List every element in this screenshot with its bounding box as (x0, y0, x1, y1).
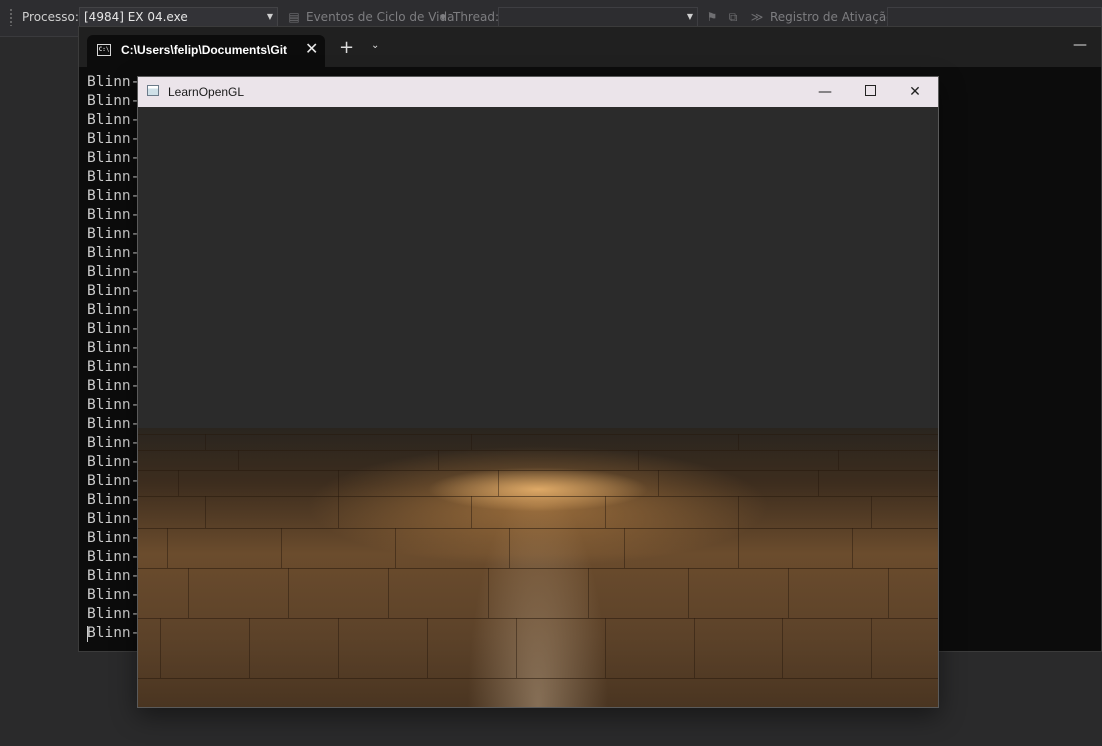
plank-seam (605, 496, 606, 528)
plank-seam (838, 450, 839, 470)
plank-seam (782, 618, 783, 678)
plank-seam (395, 528, 396, 568)
plank-seam (238, 450, 239, 470)
gl-window-title: LearnOpenGL (168, 85, 245, 99)
plank-seam (788, 568, 789, 618)
plank-seam (852, 528, 853, 568)
plank-seam (694, 618, 695, 678)
terminal-tab-title: C:\Users\felip\Documents\Git (121, 43, 288, 57)
process-dropdown[interactable]: [4984] EX 04.exe ▼ (79, 7, 278, 27)
minimize-icon: — (818, 84, 832, 100)
plank-edge (138, 528, 938, 529)
plank-seam (624, 528, 625, 568)
process-label: Processo: (22, 10, 79, 24)
plank-seam (281, 528, 282, 568)
plank-seam (160, 618, 161, 678)
thread-dropdown[interactable]: ▼ (498, 7, 698, 27)
minimize-button[interactable]: — (802, 77, 848, 107)
minimize-icon[interactable]: — (1073, 37, 1087, 53)
thread-label: Thread: (453, 10, 500, 24)
render-viewport[interactable] (138, 107, 938, 707)
plank-seam (388, 568, 389, 618)
plank-seam (488, 568, 489, 618)
terminal-tab[interactable]: C:\ C:\Users\felip\Documents\Git ✕ (87, 35, 325, 67)
wooden-floor (138, 428, 938, 707)
plank-seam (498, 470, 499, 496)
plank-seam (871, 496, 872, 528)
plank-seam (471, 434, 472, 450)
plank-seam (338, 470, 339, 496)
plank-edge (138, 678, 938, 679)
plank-seam (288, 568, 289, 618)
plank-seam (167, 528, 168, 568)
gl-titlebar[interactable]: LearnOpenGL — ✕ (138, 77, 938, 107)
toolbar-grip[interactable] (9, 8, 13, 26)
chevron-down-icon: ▼ (266, 12, 273, 21)
console-icon: C:\ (97, 44, 111, 56)
terminal-titlebar[interactable]: C:\ C:\Users\felip\Documents\Git ✕ + ⌄ — (79, 27, 1101, 67)
plank-seam (178, 470, 179, 496)
plank-edge (138, 434, 938, 435)
plank-seam (471, 496, 472, 528)
plank-seam (738, 528, 739, 568)
plus-icon[interactable]: + (339, 37, 354, 58)
plank-seam (205, 496, 206, 528)
flag-icon[interactable]: ⚑ (705, 10, 719, 24)
plank-edge (138, 618, 938, 619)
plank-seam (738, 496, 739, 528)
maximize-button[interactable] (847, 77, 893, 107)
plank-seam (249, 618, 250, 678)
plank-edge (138, 496, 938, 497)
chevron-down-icon[interactable]: ⌄ (371, 40, 379, 51)
plank-seam (871, 618, 872, 678)
plank-edge (138, 568, 938, 569)
app-icon (147, 85, 159, 96)
plank-seam (438, 450, 439, 470)
plank-seam (588, 568, 589, 618)
plank-seam (688, 568, 689, 618)
plank-seam (516, 618, 517, 678)
close-icon[interactable]: ✕ (305, 39, 318, 58)
plank-seam (509, 528, 510, 568)
close-icon: ✕ (909, 84, 921, 100)
text-cursor (87, 626, 88, 642)
lifecycle-events-button[interactable]: Eventos de Ciclo de Vida (306, 10, 454, 24)
learnopengl-window: LearnOpenGL — ✕ (137, 76, 939, 708)
plank-seam (338, 496, 339, 528)
plank-seam (888, 568, 889, 618)
plank-seam (427, 618, 428, 678)
lifecycle-events-icon: ▤ (288, 10, 300, 24)
stack-frame-icon: ≫ (750, 10, 764, 24)
process-value: [4984] EX 04.exe (84, 10, 188, 24)
close-button[interactable]: ✕ (892, 77, 938, 107)
plank-seam (338, 618, 339, 678)
plank-seam (188, 568, 189, 618)
plank-seam (605, 618, 606, 678)
chevron-down-icon: ▼ (686, 12, 693, 21)
plank-seam (205, 434, 206, 450)
plank-seam (638, 450, 639, 470)
stack-frame-dropdown[interactable] (887, 7, 1102, 27)
threads-icon[interactable]: ⧉ (726, 10, 740, 24)
plank-seam (738, 434, 739, 450)
stack-frame-label: Registro de Ativação: (770, 10, 898, 24)
plank-seam (658, 470, 659, 496)
plank-edge (138, 450, 938, 451)
plank-seam (818, 470, 819, 496)
chevron-down-icon: ▼ (440, 13, 447, 22)
maximize-icon (864, 85, 876, 96)
